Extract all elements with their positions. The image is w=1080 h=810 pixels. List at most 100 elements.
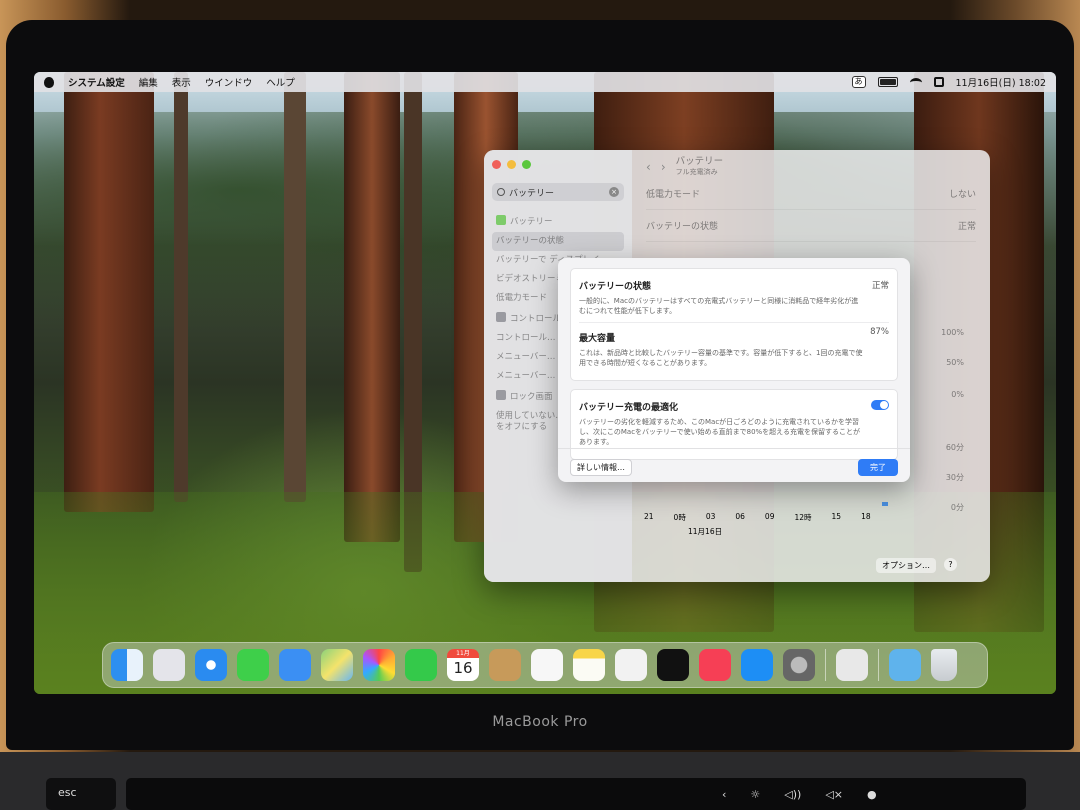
minimize-window-button[interactable] xyxy=(507,160,516,169)
reminders-icon[interactable] xyxy=(531,649,563,681)
options-button[interactable]: オプション… xyxy=(876,558,936,573)
sidebar-item-label: バッテリーの状態 xyxy=(496,236,565,246)
system-settings-icon[interactable] xyxy=(783,649,815,681)
close-window-button[interactable] xyxy=(492,160,501,169)
siri-icon[interactable]: ● xyxy=(867,788,877,801)
menu-help[interactable]: ヘルプ xyxy=(266,75,295,89)
chart-x-label: 18 xyxy=(861,512,871,521)
chart-y-label: 30分 xyxy=(945,473,964,482)
notes-icon[interactable] xyxy=(573,649,605,681)
wallpaper-tree xyxy=(64,72,154,512)
dock-separator xyxy=(878,649,879,681)
maps-icon[interactable] xyxy=(321,649,353,681)
wallpaper-tree xyxy=(284,72,306,502)
done-button[interactable]: 完了 xyxy=(858,459,898,476)
calendar-icon[interactable]: 11月 16 xyxy=(447,649,479,681)
battery-health-status: 正常 xyxy=(871,281,889,291)
escape-key[interactable]: esc xyxy=(46,778,116,810)
max-capacity-title: 最大容量 xyxy=(579,334,616,344)
battery-health-row: バッテリーの状態 正常 xyxy=(646,210,976,242)
input-method-icon[interactable]: あ xyxy=(851,76,866,88)
freeform-icon[interactable] xyxy=(615,649,647,681)
wallpaper-tree xyxy=(344,72,400,542)
max-capacity-item: 最大容量 87% これは、新品時と比較したバッテリー容量の基準です。容量が低下す… xyxy=(579,322,889,374)
messages-icon[interactable] xyxy=(237,649,269,681)
chart-x-axis: 21 0時 03 06 09 12時 15 18 xyxy=(644,512,871,523)
menu-window[interactable]: ウインドウ xyxy=(205,75,253,89)
battery-icon[interactable] xyxy=(877,77,898,87)
sidebar-item-battery-health[interactable]: バッテリーの状態 xyxy=(492,232,624,251)
optimized-charging-item: バッテリー充電の最適化 バッテリーの劣化を軽減するため、このMacが日ごろどのよ… xyxy=(579,396,889,453)
apple-icon[interactable] xyxy=(44,76,54,88)
menu-clock[interactable]: 11月16日(日) 18:02 xyxy=(956,75,1047,89)
window-controls xyxy=(492,160,624,169)
sidebar-item-label: 低電力モード xyxy=(496,293,548,303)
battery-health-value[interactable]: 正常 xyxy=(958,219,976,232)
back-chevron-icon[interactable]: ‹ xyxy=(646,160,651,174)
laptop-model-label: MacBook Pro xyxy=(492,714,588,730)
mute-icon[interactable]: ◁× xyxy=(825,788,843,801)
trash-icon[interactable] xyxy=(931,649,957,681)
chart-y-label: 50% xyxy=(946,358,964,367)
chart-x-label: 09 xyxy=(764,512,775,521)
dock: 11月 16 xyxy=(102,642,988,688)
search-input-value[interactable]: バッテリー xyxy=(509,186,554,199)
low-power-row: 低電力モード しない xyxy=(646,178,976,210)
menu-edit[interactable]: 編集 xyxy=(139,75,158,89)
calendar-month: 11月 xyxy=(447,649,479,658)
battery-health-sheet: バッテリーの状態 正常 一般的に、Macのバッテリーはすべての充電式バッテリーと… xyxy=(558,258,910,482)
dock-separator xyxy=(825,649,826,681)
usage-bar xyxy=(882,502,888,506)
pane-subtitle: フル充電済み xyxy=(675,168,718,176)
touch-bar[interactable] xyxy=(126,778,1026,810)
more-info-button[interactable]: 詳しい情報… xyxy=(570,459,632,476)
music-icon[interactable] xyxy=(699,649,731,681)
optimized-charging-toggle[interactable] xyxy=(871,400,889,410)
clear-search-icon[interactable]: × xyxy=(609,187,619,197)
downloads-folder-icon[interactable] xyxy=(889,649,921,681)
chart-x-label: 06 xyxy=(735,512,745,521)
help-button[interactable]: ? xyxy=(944,558,957,571)
wifi-icon[interactable] xyxy=(909,77,922,87)
search-icon xyxy=(497,188,505,196)
contacts-icon[interactable] xyxy=(489,649,521,681)
photos-icon[interactable] xyxy=(363,649,395,681)
chart-x-label: 12時 xyxy=(794,513,812,522)
sidebar-search-field[interactable]: バッテリー × xyxy=(492,183,624,201)
apple-tv-icon[interactable] xyxy=(657,649,689,681)
optimized-charging-description: バッテリーの劣化を軽減するため、このMacが日ごろどのように充電されているかを学… xyxy=(579,418,860,446)
safari-icon[interactable] xyxy=(195,649,227,681)
chart-x-label: 0時 xyxy=(673,513,686,522)
facetime-icon[interactable] xyxy=(405,649,437,681)
low-power-popup[interactable]: しない xyxy=(949,187,976,200)
utility-app-icon[interactable] xyxy=(836,649,868,681)
control-center-icon[interactable] xyxy=(933,77,944,87)
chart-y-label: 60分 xyxy=(945,443,964,452)
chevron-left-icon[interactable]: ‹ xyxy=(722,788,726,801)
chart-x-label: 21 xyxy=(644,512,654,521)
menu-app-name[interactable]: システム設定 xyxy=(68,75,125,89)
forward-chevron-icon[interactable]: › xyxy=(661,160,666,174)
brightness-icon[interactable]: ☼ xyxy=(750,788,760,801)
lock-screen-pane-icon xyxy=(496,390,506,400)
menu-view[interactable]: 表示 xyxy=(172,75,191,89)
finder-icon[interactable] xyxy=(111,649,143,681)
battery-health-title: バッテリーの状態 xyxy=(579,282,652,292)
chart-y-label: 0分 xyxy=(950,503,964,512)
zoom-window-button[interactable] xyxy=(522,160,531,169)
chart-date-label: 11月16日 xyxy=(688,527,723,536)
launchpad-icon[interactable] xyxy=(153,649,185,681)
mail-icon[interactable] xyxy=(279,649,311,681)
chart-y-label: 0% xyxy=(951,390,964,399)
low-power-label: 低電力モード xyxy=(646,190,701,200)
max-capacity-value: 87% xyxy=(870,327,889,337)
pane-title-block: バッテリー フル充電済み xyxy=(676,157,724,177)
sidebar-item-battery[interactable]: バッテリー xyxy=(492,211,624,232)
app-store-icon[interactable] xyxy=(741,649,773,681)
battery-pane-icon xyxy=(496,215,506,225)
volume-icon[interactable]: ◁)) xyxy=(784,788,801,801)
pane-title: バッテリー xyxy=(675,156,724,167)
calendar-day: 16 xyxy=(453,659,473,677)
chart-y-label: 100% xyxy=(941,328,964,337)
sidebar-item-label: ロック画面 xyxy=(510,392,553,402)
